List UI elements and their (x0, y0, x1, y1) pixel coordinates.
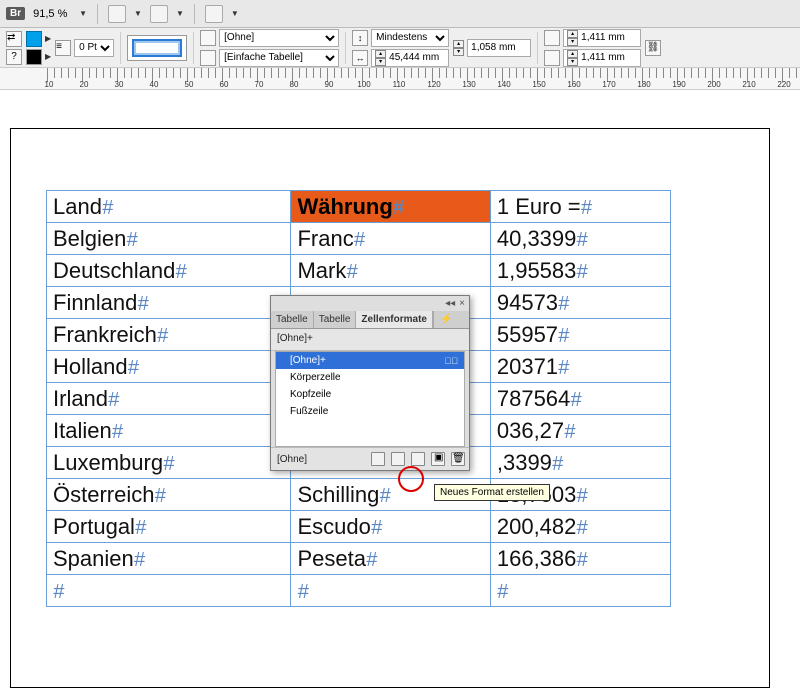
stroke-swatch[interactable] (26, 49, 42, 65)
cell-style-icon (200, 30, 216, 46)
table-cell[interactable]: Italien# (47, 415, 291, 447)
style-list[interactable]: [Ohne]+ ✎⃠ Körperzelle Kopfzeile Fußzeil… (275, 351, 465, 447)
table-cell[interactable]: Frankreich# (47, 319, 291, 351)
new-style-icon[interactable]: ▣ (431, 452, 445, 466)
horizontal-ruler[interactable]: 1020304050607080901001101201301401501601… (0, 68, 800, 90)
clear-overrides-icon[interactable] (391, 452, 405, 466)
chevron-down-icon[interactable]: ▼ (134, 9, 142, 18)
chevron-down-icon[interactable]: ▼ (231, 9, 239, 18)
close-icon[interactable]: × (459, 298, 465, 309)
step-up-icon[interactable]: ▴ (567, 50, 578, 58)
step-up-icon[interactable]: ▴ (567, 30, 578, 38)
help-icon[interactable]: ? (6, 49, 22, 65)
table-cell[interactable]: Peseta# (291, 543, 490, 575)
table-cell[interactable]: 55957# (490, 319, 670, 351)
table-cell[interactable]: Finnland# (47, 287, 291, 319)
table-cell[interactable]: 1,95583# (490, 255, 670, 287)
step-down-icon[interactable]: ▾ (375, 58, 386, 66)
quick-apply-icon[interactable]: ⚡ (433, 311, 458, 328)
link-insets-icon[interactable]: ⛓ (645, 40, 661, 56)
table-cell[interactable]: 166,386# (490, 543, 670, 575)
cell-formats-panel[interactable]: ◂◂ × Tabelle Tabelle Zellenformate ⚡ [Oh… (270, 295, 470, 471)
table-cell[interactable]: 20371# (490, 351, 670, 383)
inset-bottom-icon (544, 50, 560, 66)
tab-tabelle-1[interactable]: Tabelle (271, 311, 314, 328)
view-options-icon[interactable] (108, 5, 126, 23)
table-cell[interactable]: 787564# (490, 383, 670, 415)
cell-style-select[interactable]: [Ohne] (219, 29, 339, 47)
table-cell[interactable]: Belgien# (47, 223, 291, 255)
table-cell[interactable]: Portugal# (47, 511, 291, 543)
step-up-icon[interactable]: ▴ (453, 40, 464, 48)
collapse-icon[interactable]: ◂◂ (445, 298, 455, 309)
top-toolbar: Br ▼ ▼ ▼ ▼ (0, 0, 800, 28)
footer-style-label: [Ohne] (277, 454, 307, 465)
table-cell[interactable]: # (490, 575, 670, 607)
step-down-icon[interactable]: ▾ (453, 48, 464, 56)
inset-top-field[interactable]: ▴▾ 1,411 mm (563, 29, 641, 47)
table-cell[interactable]: Mark# (291, 255, 490, 287)
bridge-button[interactable]: Br (6, 7, 25, 20)
row-height-field[interactable]: 1,058 mm (467, 39, 531, 57)
tab-tabelle-2[interactable]: Tabelle (314, 311, 357, 328)
row-height-icon: ↕ (352, 30, 368, 46)
table-cell[interactable]: Deutschland# (47, 255, 291, 287)
step-up-icon[interactable]: ▴ (375, 50, 386, 58)
stroke-weight-select[interactable]: 0 Pt (74, 39, 114, 57)
tooltip: Neues Format erstellen (434, 484, 550, 501)
table-cell[interactable]: Irland# (47, 383, 291, 415)
style-item-none[interactable]: [Ohne]+ ✎⃠ (276, 352, 464, 369)
current-style-crumb: [Ohne]+ (271, 329, 469, 351)
table-header-cell[interactable]: 1 Euro =# (490, 191, 670, 223)
table-cell[interactable]: Spanien# (47, 543, 291, 575)
step-down-icon[interactable]: ▾ (567, 58, 578, 66)
style-options-icon[interactable] (411, 452, 425, 466)
row-height-mode[interactable]: Mindestens (371, 29, 449, 47)
table-cell[interactable]: Österreich# (47, 479, 291, 511)
chevron-down-icon[interactable]: ▼ (79, 9, 87, 18)
table-cell[interactable]: 036,27# (490, 415, 670, 447)
tab-zellenformate[interactable]: Zellenformate (356, 311, 433, 328)
table-cell[interactable]: 94573# (490, 287, 670, 319)
arrange-icon[interactable] (205, 5, 223, 23)
trash-icon[interactable]: 🗑 (451, 452, 465, 466)
col-width-icon: ↔ (352, 50, 368, 66)
table-style-select[interactable]: [Einfache Tabelle] (219, 49, 339, 67)
style-item-body[interactable]: Körperzelle (276, 369, 464, 386)
no-edit-icon: ✎⃠ (445, 356, 459, 366)
table-cell[interactable]: Escudo# (291, 511, 490, 543)
table-cell[interactable]: 40,3399# (490, 223, 670, 255)
chevron-down-icon[interactable]: ▼ (176, 9, 184, 18)
table-header-cell[interactable]: Währung# (291, 191, 490, 223)
table-cell[interactable]: Holland# (47, 351, 291, 383)
inset-top-icon (544, 30, 560, 46)
group-icon[interactable] (371, 452, 385, 466)
table-cell[interactable]: # (47, 575, 291, 607)
table-cell[interactable]: 200,482# (490, 511, 670, 543)
border-proxy[interactable] (127, 35, 187, 61)
table-cell[interactable]: # (291, 575, 490, 607)
zoom-field[interactable]: ▼ (33, 8, 87, 20)
screen-mode-icon[interactable] (150, 5, 168, 23)
table-header-cell[interactable]: Land# (47, 191, 291, 223)
chevron-down-icon[interactable]: ▶ (45, 34, 51, 43)
panel-footer: [Ohne] ▣ 🗑 (271, 447, 469, 470)
panel-tabs: Tabelle Tabelle Zellenformate ⚡ (271, 311, 469, 329)
chevron-down-icon[interactable]: ▶ (45, 52, 51, 61)
style-item-footer[interactable]: Fußzeile (276, 403, 464, 420)
table-style-icon (200, 50, 216, 66)
table-cell[interactable]: Luxemburg# (47, 447, 291, 479)
col-width-field[interactable]: ▴▾ 45,444 mm (371, 49, 449, 67)
step-down-icon[interactable]: ▾ (567, 38, 578, 46)
swap-fill-stroke-icon[interactable]: ⇄ (6, 31, 22, 47)
control-bar: ⇄ ? ▶ ▶ ≡ 0 Pt [Ohne] [Einfache Tabelle]… (0, 28, 800, 68)
inset-bottom-field[interactable]: ▴▾ 1,411 mm (563, 49, 641, 67)
table-cell[interactable]: Franc# (291, 223, 490, 255)
stroke-weight-icon: ≡ (55, 40, 71, 56)
zoom-input[interactable] (33, 8, 77, 20)
fill-swatch[interactable] (26, 31, 42, 47)
table-cell[interactable]: ,3399# (490, 447, 670, 479)
style-item-header[interactable]: Kopfzeile (276, 386, 464, 403)
